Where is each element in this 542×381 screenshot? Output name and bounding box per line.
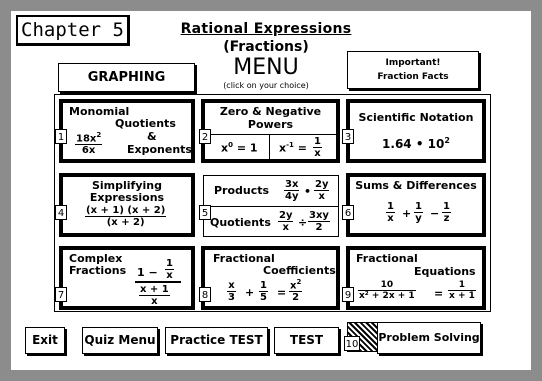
topic-products-quotients[interactable]: Products 3x 4y • 2y x Quotients 2y x ÷ 3xy 2 <box>203 175 339 237</box>
topic-7-main-bar <box>135 281 181 283</box>
topic-6-op2: − <box>430 207 440 220</box>
topic-number-5: 5 <box>199 205 211 220</box>
topic-9-line2: Equations <box>414 265 476 278</box>
topic-8-eq: = <box>277 286 287 299</box>
topic-6-op1: + <box>402 207 412 220</box>
topic-4-example: (x + 1) (x + 2) (x + 2) <box>85 205 167 228</box>
topic-number-9: 9 <box>342 287 354 302</box>
topic-complex-fractions[interactable]: Complex Fractions 1 − 1x x + 1x <box>59 246 195 310</box>
topic-simplifying-expressions[interactable]: Simplifying Expressions (x + 1) (x + 2) … <box>59 173 195 237</box>
fraction-facts-button[interactable]: Important! Fraction Facts <box>347 51 479 89</box>
topic-7-top: 1 − <box>137 266 158 279</box>
topic-9-title: Fractional <box>356 252 418 265</box>
topic-number-4: 4 <box>55 205 67 220</box>
topic-8-r: x2 2 <box>289 278 303 304</box>
chapter-label: Chapter 5 <box>16 15 130 46</box>
topic-8-b: 15 <box>259 280 268 303</box>
test-button[interactable]: TEST <box>274 327 339 354</box>
topic-5-op2: ÷ <box>298 216 308 229</box>
topic-7-bottom: x + 1x <box>139 284 170 307</box>
topic-7-line2: Fractions <box>69 264 127 277</box>
fraction-facts-line2: Fraction Facts <box>377 72 449 82</box>
topic-5-title: Products <box>214 184 270 197</box>
topic-scientific-notation[interactable]: Scientific Notation 1.64 • 102 <box>346 99 486 163</box>
topic-2-divider <box>205 134 336 135</box>
topic-5-op1: • <box>304 185 312 198</box>
topic-number-6: 6 <box>342 205 354 220</box>
topic-6-c: 1z <box>442 201 451 224</box>
topic-2-example-1: x0 = 1 <box>221 141 258 155</box>
graphing-button[interactable]: GRAPHING <box>58 63 195 92</box>
topic-fractional-coefficients[interactable]: Fractional Coefficients x3 + 15 = x2 2 <box>201 246 340 310</box>
topic-5-q2: 3xy 2 <box>308 210 330 233</box>
topic-1-example: 18x2 6x <box>75 131 103 157</box>
topic-2-line2: Powers <box>247 118 294 131</box>
quiz-menu-button[interactable]: Quiz Menu <box>82 327 158 354</box>
topic-6-b: 1y <box>414 201 423 224</box>
problem-solving-button[interactable]: Problem Solving <box>377 322 481 354</box>
topic-7-top-frac: 1x <box>165 258 174 281</box>
topic-fractional-equations[interactable]: Fractional Equations 10 x² + 2x + 1 = 1x … <box>346 246 486 310</box>
topic-grid: Monomial Quotients & Exponents 18x2 6x Z… <box>54 94 491 312</box>
topic-9-eq: = <box>434 287 444 300</box>
page-title: Rational Expressions <box>180 21 352 37</box>
topic-8-a: x3 <box>227 280 236 303</box>
topic-number-3: 3 <box>342 129 354 144</box>
topic-5-p2: 2y x <box>314 179 330 202</box>
main-screen: Chapter 5 Rational Expressions (Fraction… <box>11 11 531 370</box>
topic-1-line3: & <box>147 130 157 143</box>
topic-5-subtitle: Quotients <box>210 216 271 229</box>
topic-5-divider <box>204 206 338 207</box>
topic-6-title: Sums & Differences <box>355 179 477 192</box>
topic-5-q1: 2y x <box>278 210 294 233</box>
topic-2-vdivider <box>269 134 270 159</box>
topic-3-example: 1.64 • 102 <box>382 136 450 151</box>
topic-number-2: 2 <box>199 129 211 144</box>
topic-9-lhs: 10 x² + 2x + 1 <box>358 280 416 301</box>
exit-button[interactable]: Exit <box>25 327 65 354</box>
topic-9-rhs: 1x + 1 <box>448 280 476 301</box>
topic-1-line4: Exponents <box>127 143 192 156</box>
topic-3-title: Scientific Notation <box>358 111 474 124</box>
topic-6-a: 1x <box>386 201 395 224</box>
topic-sums-differences[interactable]: Sums & Differences 1x + 1y − 1z <box>346 173 486 237</box>
topic-8-op: + <box>245 286 255 299</box>
menu-hint: (click on your choice) <box>223 81 309 90</box>
topic-2-example-2-frac: 1 x <box>313 136 322 159</box>
topic-number-8: 8 <box>199 287 211 302</box>
topic-monomial-quotients[interactable]: Monomial Quotients & Exponents 18x2 6x <box>59 99 195 163</box>
topic-zero-negative-powers[interactable]: Zero & Negative Powers x0 = 1 x-1 = 1 x <box>201 99 340 163</box>
page-subtitle: (Fractions) <box>223 39 309 55</box>
topic-8-line2: Coefficients <box>263 264 336 277</box>
topic-2-title: Zero & Negative <box>219 105 322 118</box>
topic-5-p1: 3x 4y <box>284 179 300 202</box>
topic-number-10: 10 <box>344 336 360 351</box>
fraction-facts-line1: Important! <box>385 58 441 68</box>
topic-2-example-2: x-1 = <box>279 141 307 155</box>
topic-number-7: 7 <box>55 287 67 302</box>
menu-heading: MENU <box>233 55 299 80</box>
topic-number-1: 1 <box>55 129 67 144</box>
topic-1-line2: Quotients <box>115 117 176 130</box>
topic-4-line2: Expressions <box>89 191 165 204</box>
practice-test-button[interactable]: Practice TEST <box>165 327 268 354</box>
